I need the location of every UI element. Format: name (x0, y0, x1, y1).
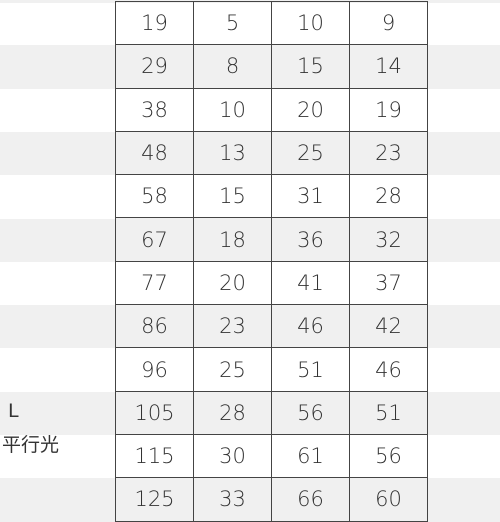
table-cell: 10 (193, 87, 272, 132)
table-row: 58 15 31 28 (115, 174, 428, 219)
table-row: 105 28 56 51 (115, 390, 428, 435)
table-cell: 41 (271, 260, 350, 306)
size-table: 19 5 10 9 29 8 15 14 38 10 20 19 48 13 25 23 58 15 31 28 67 1… (115, 0, 428, 522)
table-cell: 15 (193, 174, 272, 219)
table-cell: 15 (271, 44, 350, 89)
table-cell: 36 (271, 217, 350, 262)
table-cell: 42 (349, 304, 428, 349)
table-cell: 33 (193, 477, 272, 522)
table-row: 67 18 36 32 (115, 217, 428, 262)
table-cell: 19 (349, 87, 428, 132)
table-cell: 14 (349, 44, 428, 89)
table-cell: 29 (115, 44, 194, 89)
table-row: 115 30 61 56 (115, 433, 428, 479)
table-cell: 56 (271, 390, 350, 435)
table-cell: 96 (115, 347, 194, 392)
table-cell: 61 (271, 433, 350, 479)
table-cell: 25 (193, 347, 272, 392)
table-cell: 20 (193, 260, 272, 306)
table-cell: 58 (115, 174, 194, 219)
note-label: 平行光 (2, 434, 60, 456)
table-cell: 9 (349, 0, 428, 46)
table-row: 125 33 66 60 (115, 477, 428, 522)
table-cell: 46 (271, 304, 350, 349)
table-row: 77 20 41 37 (115, 260, 428, 306)
table-cell: 48 (115, 130, 194, 176)
table-row: 48 13 25 23 (115, 130, 428, 176)
table-cell: 18 (193, 217, 272, 262)
table-cell: 37 (349, 260, 428, 306)
table-cell: 28 (193, 390, 272, 435)
table-cell: 19 (115, 0, 194, 46)
table-cell: 77 (115, 260, 194, 306)
table-cell: 38 (115, 87, 194, 132)
table-row: 86 23 46 42 (115, 304, 428, 349)
table-cell: 60 (349, 477, 428, 522)
table-cell: 31 (271, 174, 350, 219)
table-cell: 25 (271, 130, 350, 176)
table-cell: 51 (271, 347, 350, 392)
table-cell: 115 (115, 433, 194, 479)
table-row: 96 25 51 46 (115, 347, 428, 392)
table-cell: 66 (271, 477, 350, 522)
table-row: 29 8 15 14 (115, 44, 428, 89)
table-cell: 28 (349, 174, 428, 219)
table-cell: 105 (115, 390, 194, 435)
table-cell: 23 (193, 304, 272, 349)
table-cell: 30 (193, 433, 272, 479)
table-cell: 32 (349, 217, 428, 262)
table-cell: 51 (349, 390, 428, 435)
table-cell: 8 (193, 44, 272, 89)
table-cell: 125 (115, 477, 194, 522)
table-cell: 86 (115, 304, 194, 349)
table-cell: 46 (349, 347, 428, 392)
table-cell: 67 (115, 217, 194, 262)
size-label: L (8, 400, 19, 422)
table-cell: 5 (193, 0, 272, 46)
table-cell: 56 (349, 433, 428, 479)
table-cell: 13 (193, 130, 272, 176)
table-row: 19 5 10 9 (115, 0, 428, 46)
table-row: 38 10 20 19 (115, 87, 428, 132)
table-cell: 10 (271, 0, 350, 46)
table-cell: 20 (271, 87, 350, 132)
table-cell: 23 (349, 130, 428, 176)
